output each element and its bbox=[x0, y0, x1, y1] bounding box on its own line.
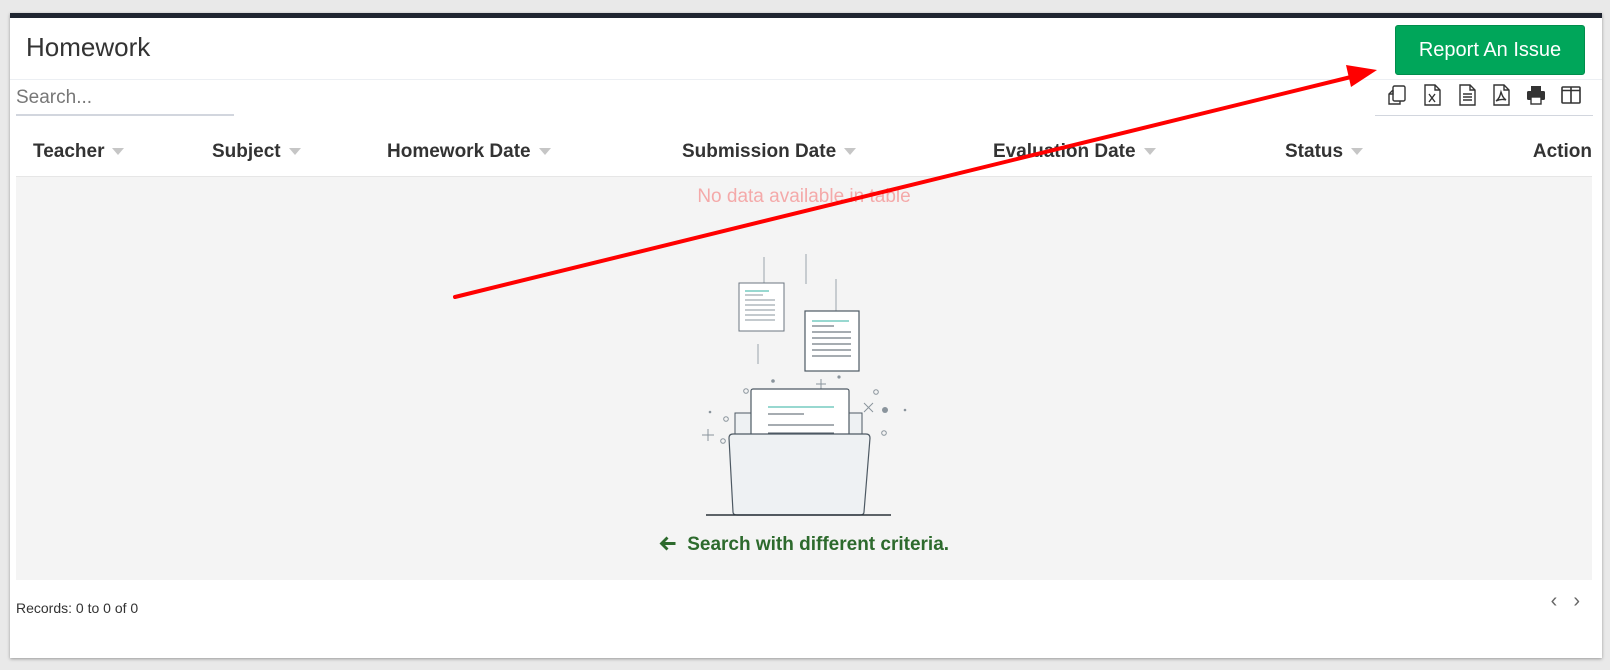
column-homework-date[interactable]: Homework Date bbox=[387, 141, 551, 163]
column-subject[interactable]: Subject bbox=[212, 141, 301, 163]
sort-caret-icon bbox=[844, 148, 857, 156]
search-criteria-text: Search with different criteria. bbox=[687, 534, 950, 555]
excel-icon[interactable] bbox=[1418, 80, 1446, 110]
print-icon[interactable] bbox=[1522, 80, 1550, 110]
page-title: Homework bbox=[26, 32, 151, 62]
column-action: Action bbox=[1533, 141, 1592, 163]
column-label: Evaluation Date bbox=[993, 141, 1136, 162]
column-label: Status bbox=[1285, 141, 1344, 162]
records-count: Records: 0 to 0 of 0 bbox=[16, 600, 139, 616]
panel-header: Homework Report An Issue bbox=[10, 18, 1602, 80]
next-page-button[interactable]: › bbox=[1573, 590, 1580, 613]
columns-icon[interactable] bbox=[1557, 80, 1585, 110]
pdf-icon[interactable] bbox=[1487, 80, 1515, 110]
column-label: Homework Date bbox=[387, 141, 531, 162]
column-status[interactable]: Status bbox=[1285, 141, 1364, 163]
empty-folder-illustration bbox=[702, 254, 907, 516]
table-body: No data available in table Search with d… bbox=[16, 177, 1592, 580]
sort-caret-icon bbox=[1143, 148, 1156, 156]
export-toolbar bbox=[1375, 80, 1593, 116]
column-submission-date[interactable]: Submission Date bbox=[682, 141, 857, 163]
prev-page-button[interactable]: ‹ bbox=[1551, 590, 1558, 613]
column-label: Subject bbox=[212, 141, 281, 162]
search-criteria-hint: Search with different criteria. bbox=[16, 534, 1592, 556]
sort-caret-icon bbox=[112, 148, 125, 156]
csv-icon[interactable] bbox=[1453, 80, 1481, 110]
table-header: Teacher Subject Homework Date Submission… bbox=[16, 131, 1592, 177]
column-label: Submission Date bbox=[682, 141, 837, 162]
arrow-left-icon bbox=[659, 534, 681, 555]
column-label: Action bbox=[1532, 141, 1592, 162]
report-issue-button[interactable]: Report An Issue bbox=[1395, 25, 1585, 75]
search-input[interactable] bbox=[16, 81, 234, 116]
column-label: Teacher bbox=[33, 141, 105, 162]
column-teacher[interactable]: Teacher bbox=[33, 141, 125, 163]
column-evaluation-date[interactable]: Evaluation Date bbox=[993, 141, 1156, 163]
sort-caret-icon bbox=[288, 148, 301, 156]
copy-icon[interactable] bbox=[1383, 80, 1411, 110]
empty-message: No data available in table bbox=[697, 186, 911, 207]
sort-caret-icon bbox=[1351, 148, 1364, 156]
sort-caret-icon bbox=[538, 148, 551, 156]
pagination: ‹ › bbox=[1551, 590, 1580, 613]
